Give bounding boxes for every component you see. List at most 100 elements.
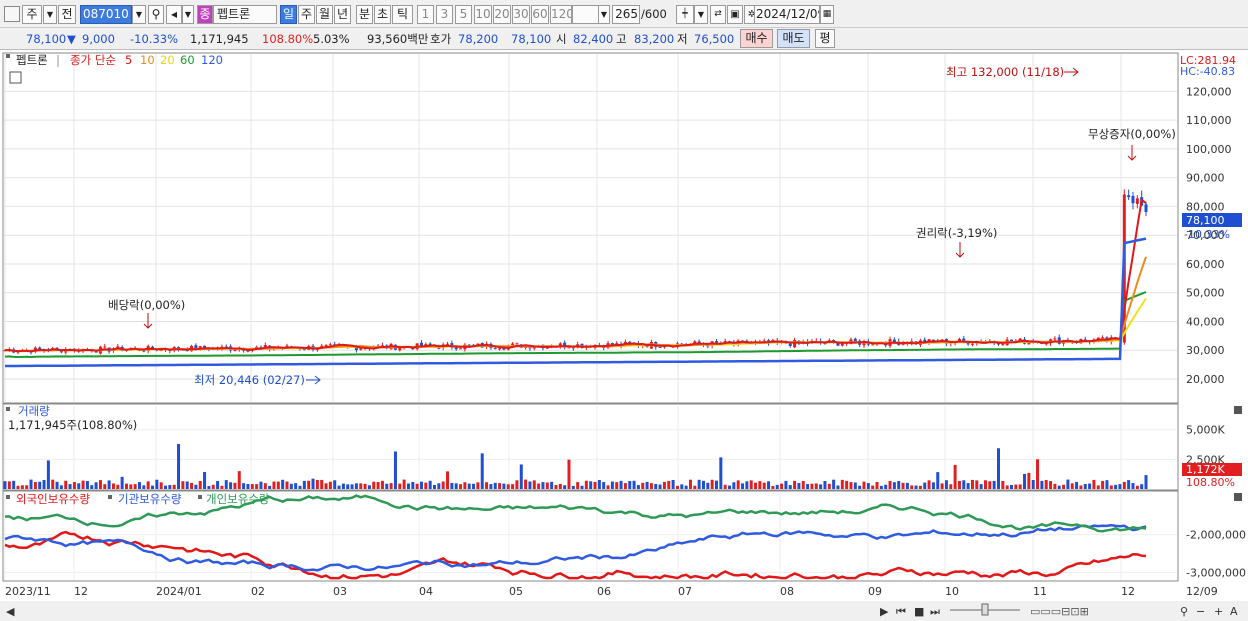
volume-bar <box>472 483 476 489</box>
volume-bar <box>59 485 63 489</box>
volume-bar <box>177 443 181 489</box>
bar-count-input[interactable]: 265 <box>612 5 640 24</box>
stock-code-input[interactable]: 087010 <box>80 5 132 24</box>
plus-icon[interactable]: + <box>1214 605 1223 618</box>
candle-body <box>1135 198 1139 204</box>
volume-bar <box>593 481 597 489</box>
volume-bar <box>207 486 211 489</box>
annot-rights: 권리락(-3,19%) <box>916 226 997 240</box>
zoom-icon[interactable]: ⚲ <box>1180 605 1188 618</box>
volume-bar <box>1118 484 1122 489</box>
interval-10[interactable]: 10 <box>474 5 492 24</box>
volume-bar <box>85 481 89 489</box>
volume-ratio: 108.80% <box>262 32 314 46</box>
minus-icon[interactable]: − <box>1196 605 1205 618</box>
x-axis-tick: 10 <box>945 585 959 598</box>
interval-30[interactable]: 30 <box>512 5 530 24</box>
volume-bar <box>1070 483 1074 489</box>
date-input[interactable]: 2024/12/09 <box>754 5 820 24</box>
volume-bar <box>541 482 545 489</box>
volume-bar <box>363 483 367 489</box>
volume-bar <box>554 484 558 489</box>
interval-1[interactable]: 1 <box>417 5 434 24</box>
volume-bar <box>697 479 701 489</box>
tf-month[interactable]: 월 <box>316 5 333 24</box>
window-icon[interactable] <box>4 6 20 22</box>
interval-120[interactable]: 120 <box>550 5 572 24</box>
speaker-dropdown-icon[interactable]: ▼ <box>182 5 194 24</box>
stop-icon[interactable]: ■ <box>914 605 924 618</box>
volume-bar <box>1114 484 1118 489</box>
layout-icons[interactable]: ▭▭▭⊟⊡⊞ <box>1030 605 1089 618</box>
candle-icon[interactable]: ┿ <box>676 5 694 24</box>
interval-dropdown-icon[interactable]: ▼ <box>598 5 610 24</box>
jump-end-icon[interactable]: ⏭ <box>930 605 940 618</box>
volume-bar <box>81 480 85 489</box>
ma-legend-60: 60 <box>180 53 195 67</box>
volume-bar <box>185 481 189 489</box>
period-select[interactable]: 주 <box>22 5 42 24</box>
volume-bar <box>346 484 350 489</box>
zoom-slider-handle[interactable] <box>981 603 989 616</box>
volume-bar <box>268 485 272 489</box>
down-arrow-icon: ▼ <box>67 32 76 46</box>
annot-low: 최저 20,446 (02/27) <box>194 373 305 387</box>
jump-start-icon[interactable]: ⏮ <box>896 605 906 618</box>
chevron-down-icon[interactable]: ▼ <box>43 5 57 24</box>
interval-20[interactable]: 20 <box>493 5 511 24</box>
volume-bar <box>680 484 684 489</box>
main-toolbar: 주 ▼ 전 087010 ▼ ⚲ ◂ ▼ 종 펩트론 일 주 월 년 분 초 틱… <box>0 0 1248 28</box>
speaker-icon[interactable]: ◂ <box>166 5 182 24</box>
tf-day[interactable]: 일 <box>280 5 297 24</box>
interval-3[interactable]: 3 <box>436 5 453 24</box>
volume-bar <box>1144 475 1148 489</box>
volume-bar <box>433 484 437 489</box>
volume-bar <box>767 481 771 489</box>
volume-bar <box>393 451 397 489</box>
interval-custom-input[interactable] <box>572 5 600 24</box>
stock-name-field[interactable]: 펩트론 <box>213 5 277 24</box>
calendar-icon[interactable]: ▦ <box>820 5 834 24</box>
candle-body <box>788 343 792 346</box>
eval-button[interactable]: 평 <box>815 29 835 48</box>
tf-tick[interactable]: 틱 <box>392 5 413 24</box>
buy-button[interactable]: 매수 <box>740 29 773 48</box>
search-icon[interactable]: ⚲ <box>148 5 164 24</box>
volume-bar <box>636 485 640 489</box>
holding-close-icon[interactable] <box>1234 493 1242 501</box>
compare-icon[interactable]: ⇄ <box>710 5 726 24</box>
volume-bar <box>649 483 653 489</box>
tf-second[interactable]: 초 <box>374 5 391 24</box>
price-axis-tick: 50,000 <box>1186 287 1225 300</box>
prev-button[interactable]: 전 <box>58 5 76 24</box>
volume-bar <box>259 481 263 489</box>
text-tool-icon[interactable]: A <box>1230 605 1238 618</box>
candle-dropdown-icon[interactable]: ▼ <box>694 5 708 24</box>
x-axis-tick: 12/09 <box>1186 585 1218 598</box>
volume-bar <box>1044 480 1048 489</box>
volume-bar <box>25 485 29 489</box>
volume-close-icon[interactable] <box>1234 406 1242 414</box>
sell-button[interactable]: 매도 <box>777 29 810 48</box>
interval-60[interactable]: 60 <box>531 5 549 24</box>
volume-bar <box>662 481 666 489</box>
scroll-left-icon[interactable]: ◀ <box>6 605 15 618</box>
volume-bar <box>771 486 775 489</box>
interval-5[interactable]: 5 <box>455 5 472 24</box>
price-axis-tick: 30,000 <box>1186 344 1225 357</box>
tf-week[interactable]: 주 <box>298 5 315 24</box>
volume-bar <box>979 484 983 489</box>
tf-minute[interactable]: 분 <box>356 5 373 24</box>
volume-bar <box>411 482 415 489</box>
save-icon[interactable]: ▣ <box>727 5 743 24</box>
high-price: 83,200 <box>634 32 675 46</box>
tf-year[interactable]: 년 <box>334 5 351 24</box>
candle-body <box>658 347 662 349</box>
volume-bar <box>641 482 645 489</box>
scroll-right-icon[interactable]: ▶ <box>880 605 889 618</box>
holding-axis-tick: -3,000,000 <box>1186 566 1246 579</box>
volume-bar <box>250 484 254 489</box>
table-icon[interactable] <box>9 71 22 84</box>
code-dropdown-icon[interactable]: ▼ <box>132 5 146 24</box>
volume-bar <box>229 482 233 489</box>
